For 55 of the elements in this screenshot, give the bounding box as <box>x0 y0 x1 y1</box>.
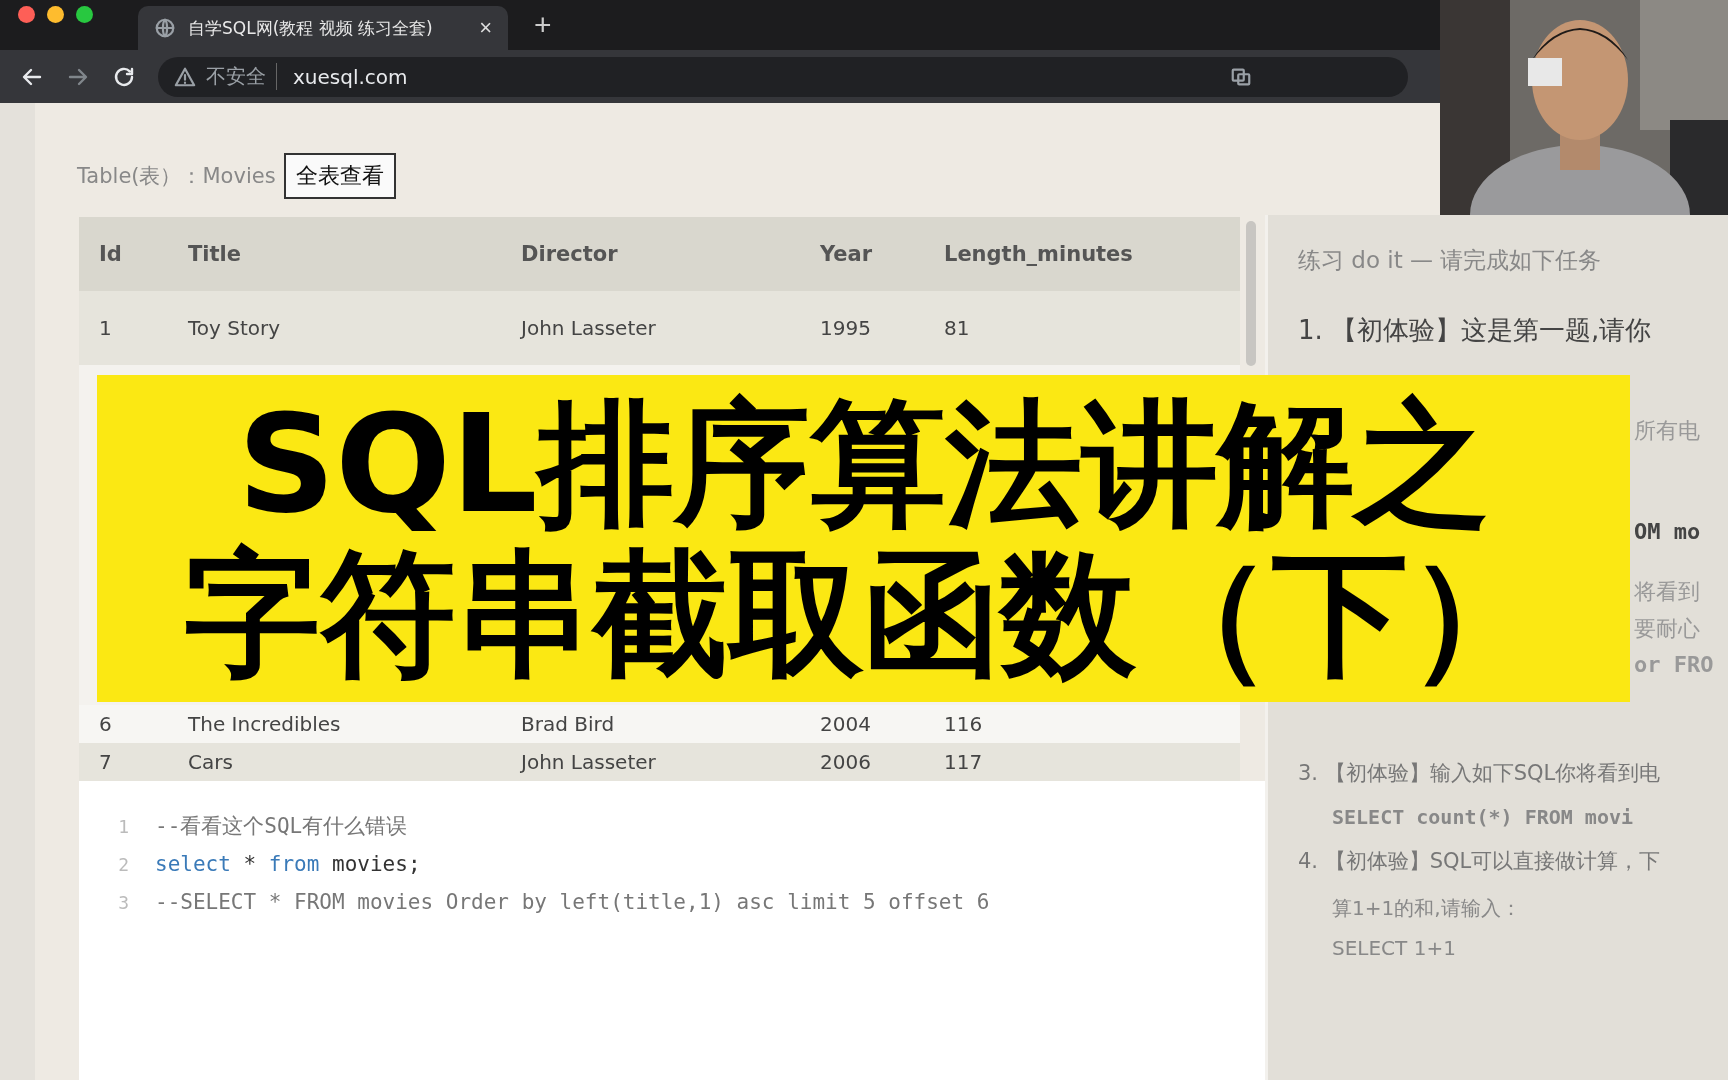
column-header: Year <box>820 242 874 266</box>
task-text: 1. 【初体验】这是第一题,请你 <box>1298 314 1653 347</box>
code-line: select * from movies; <box>155 852 421 876</box>
table-cell-text: John Lasseter <box>521 750 657 774</box>
code-line: --SELECT * FROM movies Order by left(title,1) asc limit 5 offset 6 <box>155 890 990 914</box>
column-header: Title <box>188 242 242 266</box>
table-cell-text: Brad Bird <box>521 712 616 736</box>
task-fragment: SELECT 1+1 <box>1332 936 1457 960</box>
table-cell-text: 1995 <box>820 316 872 340</box>
table-label: Table(表）：Movies <box>77 163 276 190</box>
table-cell-text: 7 <box>99 750 113 774</box>
task-fragment: 要耐心 <box>1634 615 1701 643</box>
code-snippet: or FRO <box>1634 652 1715 677</box>
table-cell-text: 2006 <box>820 750 872 774</box>
table-cell-text: 81 <box>944 316 971 340</box>
line-number: 2 <box>117 853 130 875</box>
close-window-icon[interactable] <box>18 5 35 23</box>
table-cell-text: 117 <box>944 750 984 774</box>
panel-heading: 练习 do it — 请完成如下任务 <box>1298 246 1603 275</box>
table-cell-text: John Lasseter <box>521 316 657 340</box>
column-header: Length_minutes <box>944 242 1134 266</box>
line-number: 3 <box>117 891 130 913</box>
table-cell-text: 2004 <box>820 712 872 736</box>
code-snippet: SELECT count(*) FROM movi <box>1332 805 1635 829</box>
security-label: 不安全 <box>206 63 277 90</box>
column-header: Director <box>521 242 619 266</box>
code-line: --看看这个SQL有什么错误 <box>155 813 408 840</box>
code-snippet: OM mo <box>1634 519 1702 544</box>
task-fragment: 所有电 <box>1634 417 1701 445</box>
banner-title: SQL排序算法讲解之 <box>237 388 1490 539</box>
url-text: xuesql.com <box>293 64 409 89</box>
task-text: 4. 【初体验】SQL可以直接做计算，下 <box>1298 848 1662 875</box>
task-text: 3. 【初体验】输入如下SQL你将看到电 <box>1298 760 1662 787</box>
column-header: Id <box>99 242 123 266</box>
table-cell-text: 1 <box>99 316 113 340</box>
warning-icon <box>174 65 196 88</box>
maximize-window-icon[interactable] <box>76 5 93 23</box>
view-all-button[interactable]: 全表查看 <box>283 153 396 199</box>
sql-editor[interactable]: 1 --看看这个SQL有什么错误 2 select * from movies; 3 --SELECT * FROM movies Order by left(title,1) asc limit 5 offset 6 <box>79 781 1265 1080</box>
globe-icon <box>154 17 176 39</box>
scrollbar[interactable] <box>1246 221 1256 366</box>
browser-tab[interactable]: 自学SQL网(教程 视频 练习全套) × <box>138 6 508 50</box>
address-bar[interactable]: 不安全 xuesql.com <box>158 56 1408 97</box>
table-cell-text: Cars <box>188 750 234 774</box>
table-cell-text: Toy Story <box>188 316 282 340</box>
task-fragment: 算1+1的和,请输入： <box>1332 895 1522 922</box>
table-cell-text: The Incredibles <box>188 712 342 736</box>
banner-title: 字符串截取函数（下） <box>183 538 1544 689</box>
line-number: 1 <box>117 815 130 837</box>
minimize-window-icon[interactable] <box>47 5 64 23</box>
new-tab-button[interactable]: + <box>534 8 552 42</box>
table-cell-text: 116 <box>944 712 984 736</box>
task-fragment: 将看到 <box>1634 578 1701 606</box>
close-tab-button[interactable]: × <box>479 15 492 41</box>
table-cell-text: 6 <box>99 712 113 736</box>
